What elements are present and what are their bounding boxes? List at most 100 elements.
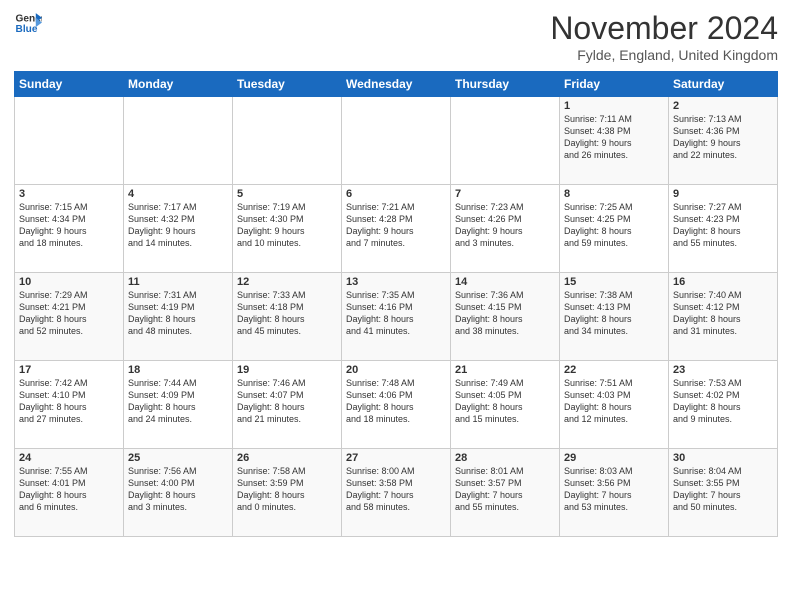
day-info: Sunrise: 7:19 AM Sunset: 4:30 PM Dayligh…: [237, 201, 337, 250]
day-info: Sunrise: 7:42 AM Sunset: 4:10 PM Dayligh…: [19, 377, 119, 426]
calendar-cell: 15Sunrise: 7:38 AM Sunset: 4:13 PM Dayli…: [560, 273, 669, 361]
calendar-cell: 28Sunrise: 8:01 AM Sunset: 3:57 PM Dayli…: [451, 449, 560, 537]
calendar-cell: 14Sunrise: 7:36 AM Sunset: 4:15 PM Dayli…: [451, 273, 560, 361]
calendar-cell: 13Sunrise: 7:35 AM Sunset: 4:16 PM Dayli…: [342, 273, 451, 361]
day-info: Sunrise: 7:23 AM Sunset: 4:26 PM Dayligh…: [455, 201, 555, 250]
day-number: 6: [346, 188, 446, 200]
day-info: Sunrise: 8:03 AM Sunset: 3:56 PM Dayligh…: [564, 465, 664, 514]
header-row: Sunday Monday Tuesday Wednesday Thursday…: [15, 72, 778, 97]
day-info: Sunrise: 7:40 AM Sunset: 4:12 PM Dayligh…: [673, 289, 773, 338]
calendar-cell: 8Sunrise: 7:25 AM Sunset: 4:25 PM Daylig…: [560, 185, 669, 273]
calendar-cell: [233, 97, 342, 185]
day-info: Sunrise: 7:15 AM Sunset: 4:34 PM Dayligh…: [19, 201, 119, 250]
day-info: Sunrise: 7:35 AM Sunset: 4:16 PM Dayligh…: [346, 289, 446, 338]
day-info: Sunrise: 7:27 AM Sunset: 4:23 PM Dayligh…: [673, 201, 773, 250]
col-monday: Monday: [124, 72, 233, 97]
calendar-cell: 7Sunrise: 7:23 AM Sunset: 4:26 PM Daylig…: [451, 185, 560, 273]
calendar-cell: 3Sunrise: 7:15 AM Sunset: 4:34 PM Daylig…: [15, 185, 124, 273]
calendar-cell: 18Sunrise: 7:44 AM Sunset: 4:09 PM Dayli…: [124, 361, 233, 449]
day-number: 10: [19, 276, 119, 288]
day-number: 7: [455, 188, 555, 200]
day-number: 19: [237, 364, 337, 376]
day-info: Sunrise: 7:36 AM Sunset: 4:15 PM Dayligh…: [455, 289, 555, 338]
calendar-cell: 5Sunrise: 7:19 AM Sunset: 4:30 PM Daylig…: [233, 185, 342, 273]
day-number: 13: [346, 276, 446, 288]
calendar-cell: 26Sunrise: 7:58 AM Sunset: 3:59 PM Dayli…: [233, 449, 342, 537]
day-info: Sunrise: 7:21 AM Sunset: 4:28 PM Dayligh…: [346, 201, 446, 250]
calendar-table: Sunday Monday Tuesday Wednesday Thursday…: [14, 71, 778, 537]
header: General Blue November 2024 Fylde, Englan…: [14, 10, 778, 63]
page: General Blue November 2024 Fylde, Englan…: [0, 0, 792, 612]
calendar-cell: 6Sunrise: 7:21 AM Sunset: 4:28 PM Daylig…: [342, 185, 451, 273]
day-info: Sunrise: 7:55 AM Sunset: 4:01 PM Dayligh…: [19, 465, 119, 514]
day-info: Sunrise: 7:58 AM Sunset: 3:59 PM Dayligh…: [237, 465, 337, 514]
day-info: Sunrise: 8:00 AM Sunset: 3:58 PM Dayligh…: [346, 465, 446, 514]
calendar-cell: [124, 97, 233, 185]
calendar-cell: 19Sunrise: 7:46 AM Sunset: 4:07 PM Dayli…: [233, 361, 342, 449]
day-info: Sunrise: 7:46 AM Sunset: 4:07 PM Dayligh…: [237, 377, 337, 426]
day-number: 8: [564, 188, 664, 200]
calendar-cell: 2Sunrise: 7:13 AM Sunset: 4:36 PM Daylig…: [669, 97, 778, 185]
day-number: 18: [128, 364, 228, 376]
calendar-cell: 17Sunrise: 7:42 AM Sunset: 4:10 PM Dayli…: [15, 361, 124, 449]
col-friday: Friday: [560, 72, 669, 97]
month-title: November 2024: [550, 10, 778, 47]
day-number: 21: [455, 364, 555, 376]
calendar-cell: 30Sunrise: 8:04 AM Sunset: 3:55 PM Dayli…: [669, 449, 778, 537]
day-number: 5: [237, 188, 337, 200]
day-number: 15: [564, 276, 664, 288]
logo-icon: General Blue: [14, 10, 42, 38]
week-row-0: 1Sunrise: 7:11 AM Sunset: 4:38 PM Daylig…: [15, 97, 778, 185]
day-number: 29: [564, 452, 664, 464]
day-info: Sunrise: 7:31 AM Sunset: 4:19 PM Dayligh…: [128, 289, 228, 338]
week-row-3: 17Sunrise: 7:42 AM Sunset: 4:10 PM Dayli…: [15, 361, 778, 449]
day-number: 11: [128, 276, 228, 288]
col-sunday: Sunday: [15, 72, 124, 97]
day-info: Sunrise: 7:17 AM Sunset: 4:32 PM Dayligh…: [128, 201, 228, 250]
calendar-cell: 22Sunrise: 7:51 AM Sunset: 4:03 PM Dayli…: [560, 361, 669, 449]
day-number: 22: [564, 364, 664, 376]
day-info: Sunrise: 7:38 AM Sunset: 4:13 PM Dayligh…: [564, 289, 664, 338]
day-info: Sunrise: 8:01 AM Sunset: 3:57 PM Dayligh…: [455, 465, 555, 514]
day-info: Sunrise: 7:25 AM Sunset: 4:25 PM Dayligh…: [564, 201, 664, 250]
day-number: 4: [128, 188, 228, 200]
day-info: Sunrise: 7:56 AM Sunset: 4:00 PM Dayligh…: [128, 465, 228, 514]
col-saturday: Saturday: [669, 72, 778, 97]
subtitle: Fylde, England, United Kingdom: [550, 47, 778, 63]
day-number: 17: [19, 364, 119, 376]
day-info: Sunrise: 7:13 AM Sunset: 4:36 PM Dayligh…: [673, 113, 773, 162]
calendar-cell: 23Sunrise: 7:53 AM Sunset: 4:02 PM Dayli…: [669, 361, 778, 449]
day-number: 3: [19, 188, 119, 200]
week-row-2: 10Sunrise: 7:29 AM Sunset: 4:21 PM Dayli…: [15, 273, 778, 361]
day-info: Sunrise: 7:49 AM Sunset: 4:05 PM Dayligh…: [455, 377, 555, 426]
day-number: 26: [237, 452, 337, 464]
calendar-cell: 24Sunrise: 7:55 AM Sunset: 4:01 PM Dayli…: [15, 449, 124, 537]
calendar-cell: 10Sunrise: 7:29 AM Sunset: 4:21 PM Dayli…: [15, 273, 124, 361]
svg-text:Blue: Blue: [16, 24, 38, 35]
calendar-cell: 4Sunrise: 7:17 AM Sunset: 4:32 PM Daylig…: [124, 185, 233, 273]
day-number: 16: [673, 276, 773, 288]
calendar-cell: 21Sunrise: 7:49 AM Sunset: 4:05 PM Dayli…: [451, 361, 560, 449]
day-number: 28: [455, 452, 555, 464]
day-number: 27: [346, 452, 446, 464]
day-info: Sunrise: 7:51 AM Sunset: 4:03 PM Dayligh…: [564, 377, 664, 426]
day-number: 25: [128, 452, 228, 464]
calendar-cell: [15, 97, 124, 185]
col-tuesday: Tuesday: [233, 72, 342, 97]
day-info: Sunrise: 8:04 AM Sunset: 3:55 PM Dayligh…: [673, 465, 773, 514]
day-info: Sunrise: 7:53 AM Sunset: 4:02 PM Dayligh…: [673, 377, 773, 426]
calendar-cell: [342, 97, 451, 185]
title-block: November 2024 Fylde, England, United Kin…: [550, 10, 778, 63]
day-info: Sunrise: 7:44 AM Sunset: 4:09 PM Dayligh…: [128, 377, 228, 426]
day-info: Sunrise: 7:29 AM Sunset: 4:21 PM Dayligh…: [19, 289, 119, 338]
day-info: Sunrise: 7:11 AM Sunset: 4:38 PM Dayligh…: [564, 113, 664, 162]
calendar-cell: 1Sunrise: 7:11 AM Sunset: 4:38 PM Daylig…: [560, 97, 669, 185]
day-info: Sunrise: 7:33 AM Sunset: 4:18 PM Dayligh…: [237, 289, 337, 338]
day-number: 9: [673, 188, 773, 200]
week-row-4: 24Sunrise: 7:55 AM Sunset: 4:01 PM Dayli…: [15, 449, 778, 537]
day-number: 14: [455, 276, 555, 288]
calendar-cell: 25Sunrise: 7:56 AM Sunset: 4:00 PM Dayli…: [124, 449, 233, 537]
calendar-cell: 20Sunrise: 7:48 AM Sunset: 4:06 PM Dayli…: [342, 361, 451, 449]
calendar-cell: [451, 97, 560, 185]
week-row-1: 3Sunrise: 7:15 AM Sunset: 4:34 PM Daylig…: [15, 185, 778, 273]
